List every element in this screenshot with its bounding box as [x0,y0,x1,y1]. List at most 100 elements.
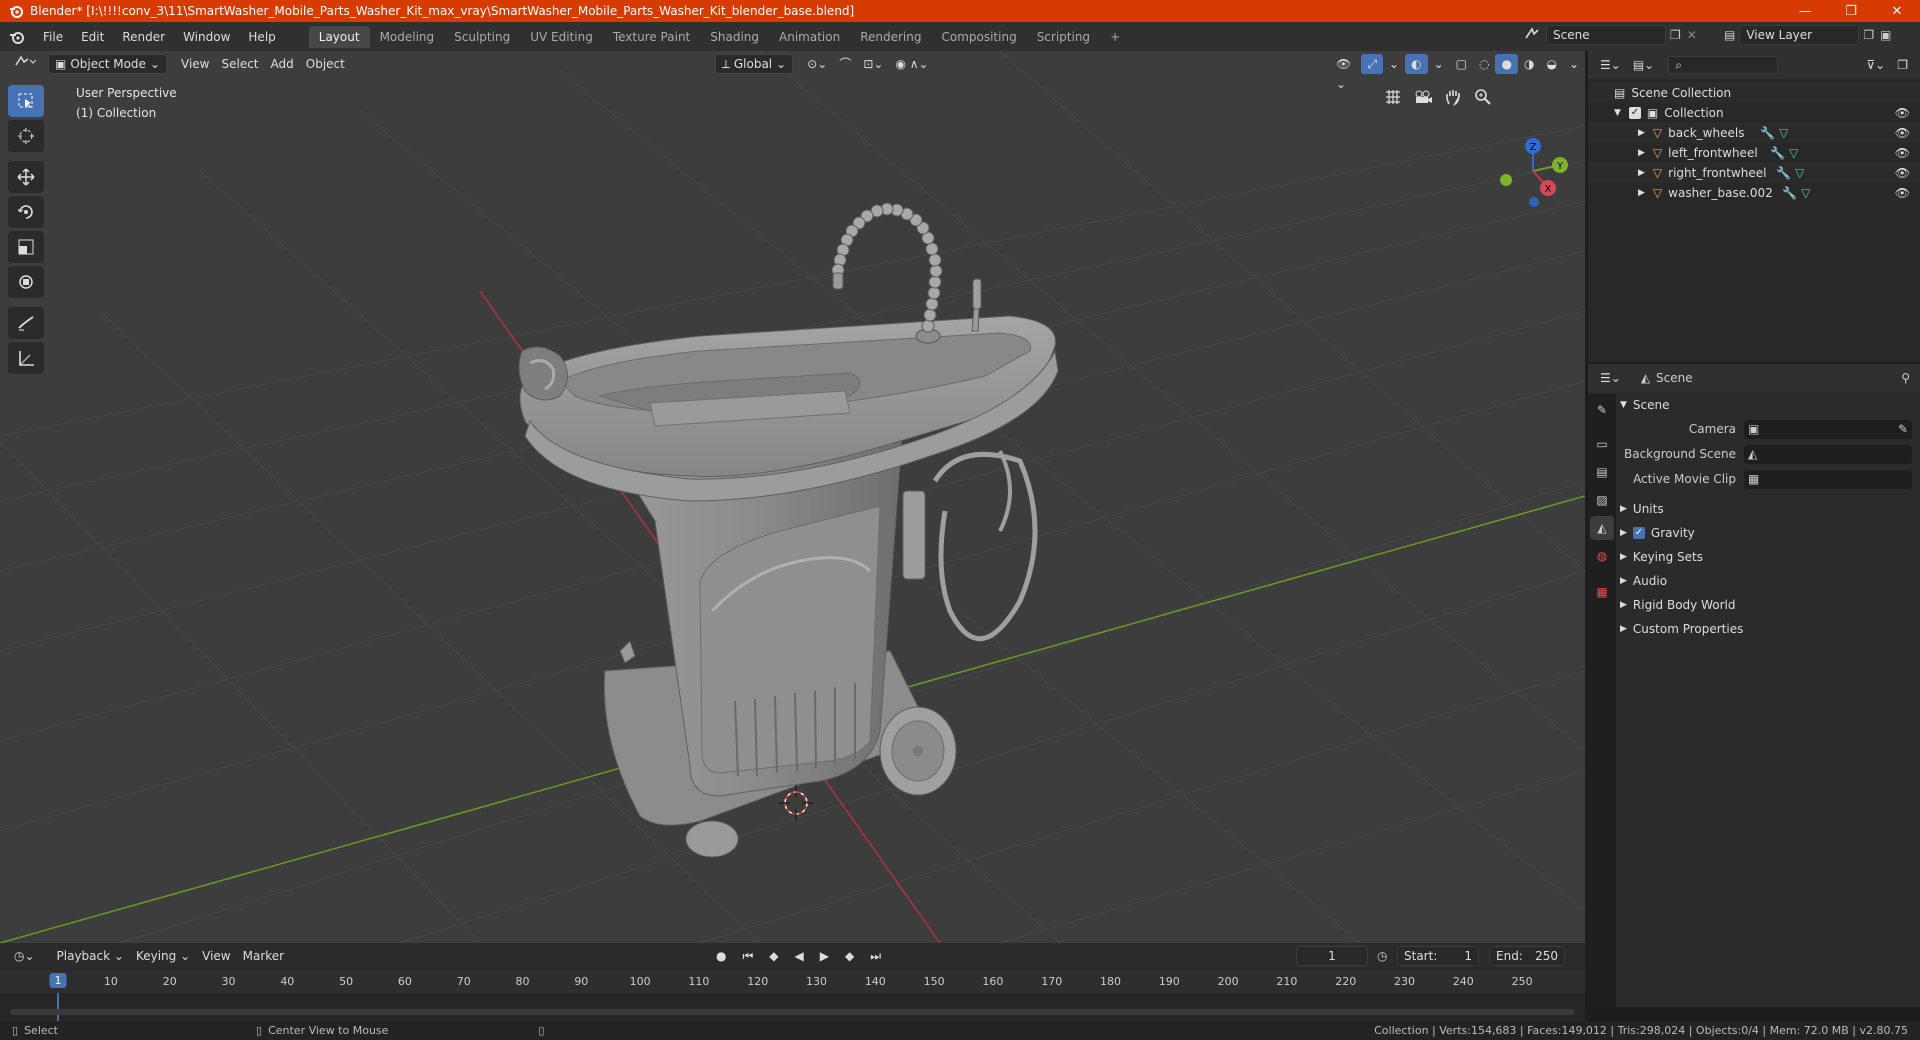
view-layer-tab-icon[interactable]: ▨ [1590,488,1614,512]
scale-tool-icon[interactable] [8,231,44,263]
collection-checkbox[interactable]: ✓ [1628,107,1641,119]
mesh-data-icon[interactable]: ▽ [1801,186,1810,200]
outliner-editor-type-icon[interactable]: ☰⌄ [1594,55,1627,75]
camera-view-icon[interactable] [1408,83,1438,111]
viewport-scene[interactable]: Z Y X [0,51,1585,943]
tab-texture-paint[interactable]: Texture Paint [603,26,700,48]
menu-window[interactable]: Window [174,26,239,48]
snap-icon[interactable]: ⌒ [833,54,857,74]
scene-section-header[interactable]: ▼ Scene [1620,394,1918,416]
delete-view-layer-icon[interactable]: ▣ [1880,28,1891,42]
scene-name-field[interactable]: Scene [1546,25,1666,45]
timeline-track-area[interactable] [0,993,1585,1021]
tab-modeling[interactable]: Modeling [370,26,445,48]
pin-icon[interactable]: ⚲ [1901,371,1910,385]
menu-render[interactable]: Render [113,26,174,48]
modifier-wrench-icon[interactable]: 🔧 [1776,166,1791,180]
eye-icon[interactable]: 👁 [1895,106,1910,120]
new-view-layer-icon[interactable]: ❐ [1863,28,1874,42]
timeline-ruler[interactable]: 1 10 20 30 40 50 60 70 80 90 100 110 120 130 140 150 160… [0,971,1585,993]
collapse-arrow-icon[interactable]: ▼ [1614,108,1621,118]
menu-keying[interactable]: Keying ⌄ [130,946,196,966]
maximize-button[interactable]: ❐ [1828,0,1874,22]
next-keyframe-icon[interactable]: ◆ [839,946,860,966]
zoom-magnifier-icon[interactable] [1468,83,1498,111]
rotate-tool-icon[interactable] [8,196,44,228]
add-workspace-button[interactable]: + [1100,26,1130,48]
modifier-wrench-icon[interactable]: 🔧 [1782,186,1797,200]
tab-shading[interactable]: Shading [700,26,769,48]
output-tab-icon[interactable]: ▤ [1590,460,1614,484]
outliner-search-input[interactable]: ⌕ [1668,56,1779,74]
pan-hand-icon[interactable] [1438,83,1468,111]
new-collection-icon[interactable]: ❐ [1891,55,1914,75]
3d-viewport[interactable]: Z Y X ▣ Object Mode ⌄ View Select Add Ob… [0,51,1585,943]
world-tab-icon[interactable]: ◍ [1590,544,1614,568]
audio-section[interactable]: ▶ Audio [1620,570,1918,592]
eye-icon[interactable]: 👁 [1895,126,1910,140]
outliner-object-row[interactable]: ▶ ▽ left_frontwheel 🔧 ▽ 👁 [1588,143,1920,163]
menu-timeline-view[interactable]: View [196,946,236,966]
snap-target-icon[interactable]: ⊡⌄ [857,54,889,74]
view-layer-icon[interactable]: ▤ [1724,28,1735,42]
mesh-data-icon[interactable]: ▽ [1795,166,1804,180]
transform-orientation-dropdown[interactable]: ⟂ Global ⌄ [714,54,794,74]
view-layer-field[interactable]: View Layer [1739,25,1860,45]
cursor-tool-icon[interactable] [8,120,44,152]
measure-tool-icon[interactable] [8,342,44,374]
close-button[interactable]: ✕ [1874,0,1920,22]
new-scene-icon[interactable]: ❐ [1670,28,1681,42]
filter-icon[interactable]: ⊽⌄ [1860,55,1891,75]
menu-marker[interactable]: Marker [237,946,290,966]
units-section[interactable]: ▶ Units [1620,498,1918,520]
expand-arrow-icon[interactable]: ▶ [1638,168,1645,178]
gravity-section[interactable]: ▶ ✓ Gravity [1620,522,1918,544]
menu-file[interactable]: File [34,26,72,48]
mesh-data-icon[interactable]: ▽ [1789,146,1798,160]
end-frame-field[interactable]: End: 250 [1489,946,1565,966]
gizmo-dropdown-icon[interactable]: ⌄ [1383,54,1405,74]
menu-playback[interactable]: Playback ⌄ [51,946,130,966]
scene-tab-icon[interactable]: ◭ [1590,516,1614,540]
keying-sets-section[interactable]: ▶ Keying Sets [1620,546,1918,568]
timeline-editor-type-icon[interactable]: ◷⌄ [8,946,41,966]
move-tool-icon[interactable] [8,161,44,193]
blender-menu-icon[interactable] [0,29,34,45]
outliner-scene-collection[interactable]: ▤ Scene Collection [1588,83,1920,103]
gravity-checkbox[interactable]: ✓ [1632,527,1645,539]
scene-icon[interactable] [1524,26,1542,45]
visibility-icon[interactable]: 👁⌄ [1330,54,1361,91]
tab-rendering[interactable]: Rendering [850,26,931,48]
xray-icon[interactable]: ▢ [1450,54,1473,74]
rendered-shading-icon[interactable]: ◒ [1540,54,1562,74]
eye-icon[interactable]: 👁 [1895,146,1910,160]
solid-shading-icon[interactable]: ● [1495,54,1518,74]
select-box-icon[interactable] [8,85,44,117]
modifier-wrench-icon[interactable]: 🔧 [1760,126,1775,140]
outliner-object-row[interactable]: ▶ ▽ washer_base.002 🔧 ▽ 👁 [1588,183,1920,203]
timeline-scrollbar[interactable] [10,1009,1575,1015]
minimize-button[interactable]: — [1782,0,1828,22]
annotate-tool-icon[interactable] [8,307,44,339]
delete-scene-icon[interactable]: ✕ [1687,28,1697,42]
menu-help[interactable]: Help [239,26,284,48]
tab-sculpting[interactable]: Sculpting [444,26,520,48]
menu-view[interactable]: View [175,54,215,74]
tab-animation[interactable]: Animation [769,26,850,48]
menu-object[interactable]: Object [300,54,351,74]
shading-dropdown-icon[interactable]: ⌄ [1563,54,1585,74]
render-tab-icon[interactable]: ▭ [1590,432,1614,456]
play-reverse-icon[interactable]: ◀ [789,946,810,966]
eye-icon[interactable]: 👁 [1895,166,1910,180]
outliner-collection-row[interactable]: ▼ ✓ ▣ Collection 👁 [1588,103,1920,123]
modifier-wrench-icon[interactable]: 🔧 [1770,146,1785,160]
outliner-object-row[interactable]: ▶ ▽ back_wheels 🔧 ▽ 👁 [1588,123,1920,143]
tool-tab-icon[interactable]: ✎ [1590,398,1614,422]
tab-layout[interactable]: Layout [308,25,370,48]
proportional-edit-icon[interactable]: ◉ ∧⌄ [889,54,934,74]
tab-scripting[interactable]: Scripting [1027,26,1100,48]
custom-properties-section[interactable]: ▶ Custom Properties [1620,618,1918,640]
jump-start-icon[interactable]: ⏮ [736,946,759,966]
eye-icon[interactable]: 👁 [1895,186,1910,200]
menu-select[interactable]: Select [215,54,264,74]
